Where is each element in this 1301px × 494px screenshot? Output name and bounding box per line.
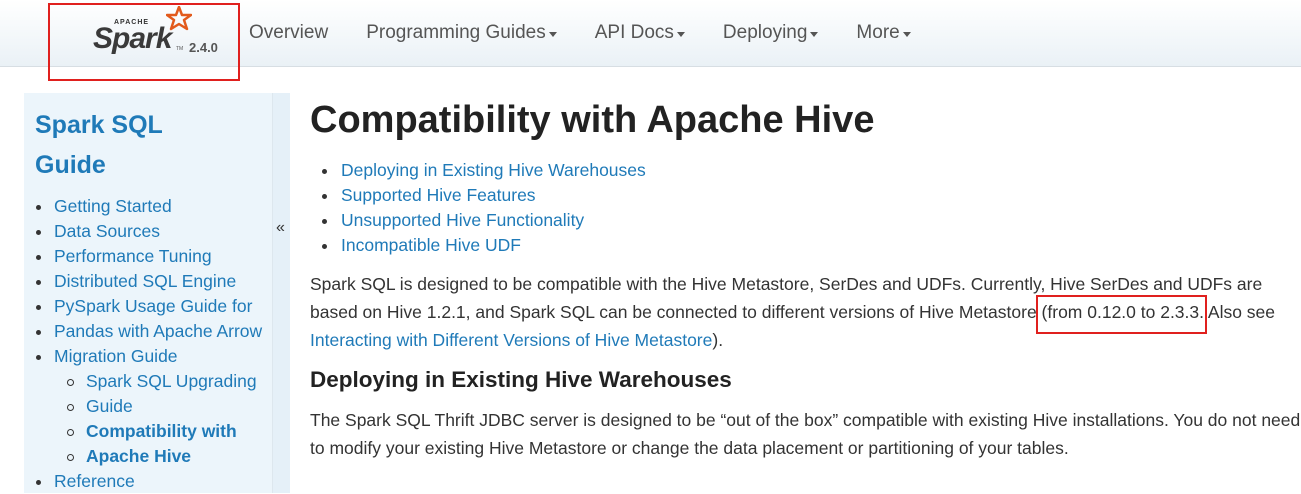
nav-api-docs[interactable]: API Docs: [581, 22, 699, 44]
nav-api-docs-label: API Docs: [594, 22, 674, 43]
sidebar-title-line2: Guide: [35, 151, 106, 179]
version-range-highlight-box: [1036, 295, 1207, 334]
toc-item: Unsupported Hive Functionality: [310, 208, 646, 233]
collapse-sidebar-icon[interactable]: «: [276, 220, 285, 236]
nav-deploying[interactable]: Deploying: [709, 22, 833, 44]
sidebar-title-line1: Spark SQL: [35, 111, 163, 139]
caret-down-icon: [810, 31, 819, 37]
intro-line-2-tail: Also see: [1204, 302, 1276, 322]
toc-item: Deploying in Existing Hive Warehouses: [310, 158, 646, 183]
caret-down-icon: [548, 31, 557, 37]
intro-line-2-text: based on Hive 1.2.1, and Spark SQL can b…: [310, 302, 1042, 322]
sidebar-item-getting-started[interactable]: Getting Started: [24, 194, 274, 219]
sidebar-title[interactable]: Spark SQL Guide: [35, 105, 235, 185]
nav-more[interactable]: More: [842, 22, 924, 44]
intro-line-3-tail: ).: [712, 330, 724, 350]
sidebar-subitem-compatibility-hive[interactable]: Compatibility with: [24, 419, 261, 444]
page-title: Compatibility with Apache Hive: [310, 99, 875, 141]
caret-down-icon: [902, 31, 911, 37]
nav-links: Overview Programming Guides API Docs Dep…: [235, 0, 935, 66]
sidebar-item-reference[interactable]: Reference: [24, 469, 274, 494]
toc-item: Incompatible Hive UDF: [310, 233, 646, 258]
nav-deploying-label: Deploying: [722, 22, 808, 43]
logo-highlight-box: [48, 3, 240, 81]
hive-metastore-versions-link[interactable]: Interacting with Different Versions of H…: [310, 330, 712, 350]
sidebar: Spark SQL Guide Getting Started Data Sou…: [24, 93, 273, 493]
sidebar-item-performance-tuning[interactable]: Performance Tuning: [24, 244, 274, 269]
table-of-contents: Deploying in Existing Hive Warehouses Su…: [310, 158, 646, 258]
sidebar-list: Getting Started Data Sources Performance…: [24, 194, 274, 494]
sidebar-item-distributed-sql-engine[interactable]: Distributed SQL Engine: [24, 269, 274, 294]
section-line-2: to modify your existing Hive Metastore o…: [310, 438, 1069, 458]
section-paragraph: The Spark SQL Thrift JDBC server is desi…: [310, 406, 1300, 462]
toc-item: Supported Hive Features: [310, 183, 646, 208]
nav-overview-label: Overview: [249, 22, 329, 43]
section-title-deploying: Deploying in Existing Hive Warehouses: [310, 367, 732, 392]
nav-more-label: More: [856, 22, 900, 43]
sidebar-collapse-bar[interactable]: «: [273, 93, 290, 493]
sidebar-item-data-sources[interactable]: Data Sources: [24, 219, 274, 244]
toc-link-supported-features[interactable]: Supported Hive Features: [341, 185, 536, 205]
toc-link-unsupported-functionality[interactable]: Unsupported Hive Functionality: [341, 210, 584, 230]
main-content: Compatibility with Apache Hive Deploying…: [310, 94, 1300, 458]
intro-line-1: Spark SQL is designed to be compatible w…: [310, 274, 1263, 294]
sidebar-item-pyspark-usage-guide-cont[interactable]: Pandas with Apache Arrow: [24, 319, 274, 344]
caret-down-icon: [676, 31, 685, 37]
nav-overview[interactable]: Overview: [235, 22, 342, 44]
toc-link-incompatible-udf[interactable]: Incompatible Hive UDF: [341, 235, 521, 255]
sidebar-subitem-spark-sql-upgrading-cont[interactable]: Guide: [24, 394, 261, 419]
toc-link-deploying[interactable]: Deploying in Existing Hive Warehouses: [341, 160, 646, 180]
sidebar-subitem-spark-sql-upgrading[interactable]: Spark SQL Upgrading: [24, 369, 261, 394]
sidebar-item-pyspark-usage-guide[interactable]: PySpark Usage Guide for: [24, 294, 274, 319]
nav-programming-guides[interactable]: Programming Guides: [352, 22, 571, 44]
nav-programming-guides-label: Programming Guides: [366, 22, 546, 43]
section-line-1: The Spark SQL Thrift JDBC server is desi…: [310, 410, 1301, 430]
sidebar-item-migration-guide[interactable]: Migration Guide: [24, 344, 274, 369]
sidebar-subitem-compatibility-hive-cont[interactable]: Apache Hive: [24, 444, 261, 469]
